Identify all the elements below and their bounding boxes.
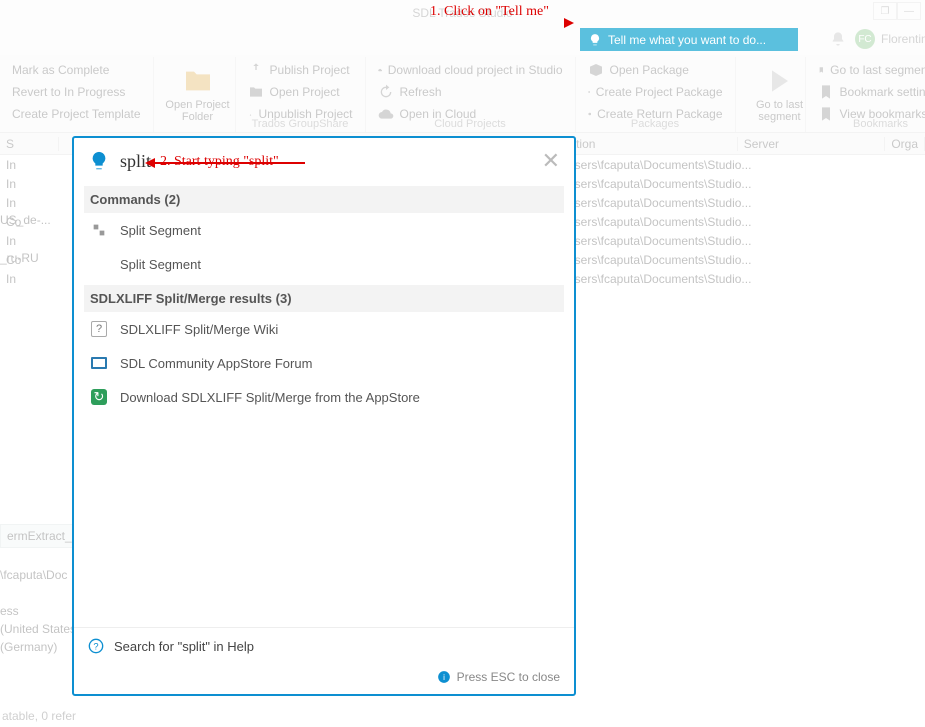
publish-project-button[interactable]: Publish Project bbox=[244, 59, 357, 81]
blank-icon bbox=[90, 255, 108, 273]
open-project-button[interactable]: Open Project bbox=[244, 81, 357, 103]
tell-me-search[interactable]: Tell me what you want to do... bbox=[580, 28, 798, 51]
user-menu[interactable]: FC Florentina bbox=[855, 29, 925, 49]
search-in-help[interactable]: ? Search for "split" in Help bbox=[74, 627, 574, 664]
app-section-header: SDLXLIFF Split/Merge results (3) bbox=[84, 285, 564, 312]
unpublish-project-button[interactable]: Unpublish Project bbox=[244, 103, 357, 125]
cloud-icon bbox=[378, 106, 394, 122]
bookmarks-label: Bookmarks bbox=[806, 118, 925, 130]
unpublish-icon bbox=[248, 106, 253, 122]
result-download[interactable]: ↻ Download SDLXLIFF Split/Merge from the… bbox=[84, 380, 564, 414]
package-open-icon bbox=[588, 62, 604, 78]
annotation-1: 1. Click on "Tell me" bbox=[430, 4, 549, 20]
col-server[interactable]: Server bbox=[738, 137, 886, 151]
bookmark-goto-icon bbox=[818, 62, 825, 78]
tell-me-popup: ✕ Commands (2) Split Segment Split Segme… bbox=[72, 136, 576, 696]
result-wiki[interactable]: ? SDLXLIFF Split/Merge Wiki bbox=[84, 312, 564, 346]
view-bookmarks-button[interactable]: View bookmarks bbox=[814, 103, 925, 125]
create-return-package-button[interactable]: Create Return Package bbox=[584, 103, 727, 125]
tell-me-placeholder: Tell me what you want to do... bbox=[608, 33, 766, 47]
status-bar: atable, 0 refer bbox=[2, 709, 76, 723]
mark-complete-button[interactable]: Mark as Complete bbox=[8, 59, 145, 81]
window-minimize-button[interactable]: — bbox=[897, 2, 921, 20]
result-forum[interactable]: SDL Community AppStore Forum bbox=[84, 346, 564, 380]
goto-icon bbox=[764, 65, 796, 97]
folder-icon bbox=[182, 65, 214, 97]
cloud-download-icon bbox=[378, 62, 382, 78]
split-icon bbox=[90, 221, 108, 239]
revert-button[interactable]: Revert to In Progress bbox=[8, 81, 145, 103]
open-package-button[interactable]: Open Package bbox=[584, 59, 727, 81]
col-status[interactable]: S bbox=[0, 137, 59, 151]
groupshare-label: Trados GroupShare bbox=[236, 118, 365, 130]
user-name: Florentina bbox=[881, 32, 925, 46]
goto-last-segment-button[interactable]: Go to last segment bbox=[744, 59, 816, 129]
bookmark-settings-button[interactable]: Bookmark settings bbox=[814, 81, 925, 103]
close-icon[interactable]: ✕ bbox=[542, 148, 560, 174]
lightbulb-icon bbox=[88, 150, 110, 172]
packages-label: Packages bbox=[576, 118, 735, 130]
window-restore-button[interactable]: ❐ bbox=[873, 2, 897, 20]
download-cloud-button[interactable]: Download cloud project in Studio bbox=[374, 59, 567, 81]
cloud-projects-label: Cloud Projects bbox=[366, 118, 575, 130]
result-split-segment-2[interactable]: Split Segment bbox=[84, 247, 564, 281]
commands-section-header: Commands (2) bbox=[84, 186, 564, 213]
create-package-button[interactable]: Create Project Package bbox=[584, 81, 727, 103]
goto-last-segment-in-button[interactable]: Go to last segment in bbox=[814, 59, 925, 81]
svg-text:?: ? bbox=[93, 641, 98, 651]
side-label-de: US_de-... bbox=[0, 213, 51, 227]
svg-text:i: i bbox=[443, 673, 445, 682]
result-split-segment-1[interactable]: Split Segment bbox=[84, 213, 564, 247]
col-org[interactable]: Orga bbox=[885, 137, 925, 151]
annotation-1-arrow bbox=[564, 18, 576, 30]
return-package-icon bbox=[588, 106, 592, 122]
package-icon bbox=[588, 84, 590, 100]
bookmark-settings-icon bbox=[818, 84, 834, 100]
help-icon: ? bbox=[90, 320, 108, 338]
notifications-icon[interactable] bbox=[830, 31, 846, 50]
help-search-icon: ? bbox=[88, 638, 104, 654]
side-label-ru: _ru-RU bbox=[0, 251, 39, 265]
lightbulb-icon bbox=[588, 33, 602, 47]
open-in-cloud-button[interactable]: Open in Cloud bbox=[374, 103, 567, 125]
download-icon: ↻ bbox=[90, 388, 108, 406]
forum-icon bbox=[90, 354, 108, 372]
esc-hint: i Press ESC to close bbox=[74, 664, 574, 694]
open-project-folder-button[interactable]: Open Project Folder bbox=[162, 59, 234, 129]
info-icon: i bbox=[437, 670, 451, 684]
ribbon: Mark as Complete Revert to In Progress C… bbox=[0, 55, 925, 133]
open-icon bbox=[248, 84, 264, 100]
refresh-button[interactable]: Refresh bbox=[374, 81, 567, 103]
publish-icon bbox=[248, 62, 264, 78]
annotation-2-arrow bbox=[155, 162, 305, 164]
user-avatar: FC bbox=[855, 29, 875, 49]
refresh-icon bbox=[378, 84, 394, 100]
col-location[interactable]: ocation bbox=[551, 137, 738, 151]
bookmark-view-icon bbox=[818, 106, 834, 122]
create-template-button[interactable]: Create Project Template bbox=[8, 103, 145, 125]
